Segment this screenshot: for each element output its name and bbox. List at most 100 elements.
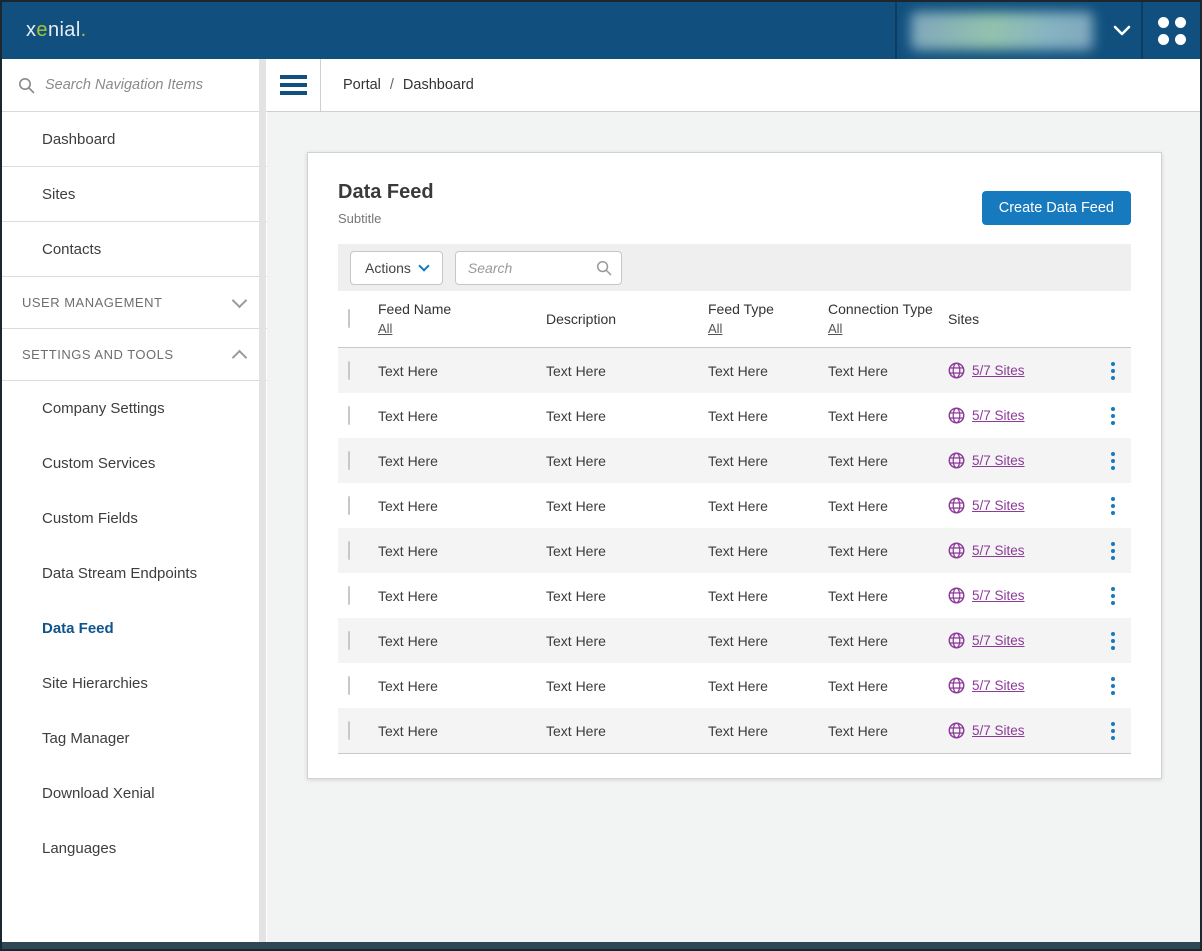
row-kebab-menu-button[interactable] (1095, 483, 1131, 528)
sites-link[interactable]: 5/7 Sites (972, 633, 1025, 648)
sites-link[interactable]: 5/7 Sites (972, 363, 1025, 378)
row-checkbox[interactable] (348, 676, 350, 695)
bottom-bar (2, 942, 1200, 949)
chevron-icon (234, 347, 245, 363)
sidebar-item-label: Company Settings (42, 400, 165, 417)
table-row: Text Here Text Here Text Here Text Here (338, 438, 1131, 483)
chevron-icon (234, 300, 245, 306)
sidebar-item-label: Data Feed (42, 620, 114, 637)
column-header-label: Connection Type (828, 301, 948, 317)
sidebar-item[interactable]: Data Feed (2, 601, 267, 656)
cell-feed-type: Text Here (708, 408, 828, 424)
cell-connection-type: Text Here (828, 633, 948, 649)
sites-link[interactable]: 5/7 Sites (972, 453, 1025, 468)
breadcrumb-portal[interactable]: Portal (343, 77, 381, 93)
sidebar-item[interactable]: SETTINGS AND TOOLS (2, 329, 267, 381)
column-header: Connection Type All (828, 301, 948, 338)
sites-link[interactable]: 5/7 Sites (972, 588, 1025, 603)
row-kebab-menu-button[interactable] (1095, 618, 1131, 663)
cell-feed-name: Text Here (378, 543, 546, 559)
column-filter-all-link[interactable]: All (828, 321, 842, 336)
table-row: Text Here Text Here Text Here Text Here (338, 348, 1131, 393)
sidebar-item[interactable]: USER MANAGEMENT (2, 277, 267, 329)
row-checkbox[interactable] (348, 631, 350, 650)
row-kebab-menu-button[interactable] (1095, 528, 1131, 573)
hamburger-icon (280, 75, 307, 95)
select-all-checkbox[interactable] (348, 309, 350, 328)
cell-description: Text Here (546, 498, 708, 514)
column-filter-all-link[interactable]: All (378, 321, 392, 336)
create-data-feed-button[interactable]: Create Data Feed (982, 191, 1131, 225)
table-toolbar: Actions (338, 244, 1131, 291)
cell-feed-name: Text Here (378, 408, 546, 424)
sidebar-item[interactable]: Site Hierarchies (2, 656, 267, 711)
row-kebab-menu-button[interactable] (1095, 663, 1131, 708)
cell-feed-type: Text Here (708, 453, 828, 469)
cell-connection-type: Text Here (828, 498, 948, 514)
actions-dropdown-button[interactable]: Actions (350, 251, 443, 285)
row-checkbox[interactable] (348, 586, 350, 605)
row-kebab-menu-button[interactable] (1095, 708, 1131, 753)
column-filter-all-link[interactable]: All (708, 321, 722, 336)
apps-grid-dot (1175, 17, 1186, 28)
cell-description: Text Here (546, 453, 708, 469)
sidebar-item[interactable]: Languages (2, 821, 267, 876)
row-kebab-menu-button[interactable] (1095, 438, 1131, 483)
sites-link[interactable]: 5/7 Sites (972, 543, 1025, 558)
sidebar-item[interactable]: Company Settings (2, 381, 267, 436)
sidebar-item[interactable]: Data Stream Endpoints (2, 546, 267, 601)
menu-toggle-button[interactable] (267, 59, 321, 111)
sidebar-nav: Dashboard Sites Contacts USER MA (2, 59, 267, 942)
row-checkbox[interactable] (348, 406, 350, 425)
logo-accent-letter: e (36, 19, 48, 41)
cell-sites: 5/7 Sites (948, 722, 1095, 739)
sidebar-item[interactable]: Custom Services (2, 436, 267, 491)
sidebar-item-label: SETTINGS AND TOOLS (22, 347, 174, 362)
sites-link[interactable]: 5/7 Sites (972, 723, 1025, 738)
row-kebab-menu-button[interactable] (1095, 393, 1131, 438)
sidebar-item[interactable]: Download Xenial (2, 766, 267, 821)
sidebar-item[interactable]: Sites (2, 167, 267, 222)
table-row: Text Here Text Here Text Here Text Here (338, 618, 1131, 663)
cell-feed-type: Text Here (708, 723, 828, 739)
sidebar-search-input[interactable] (45, 77, 245, 93)
sidebar-item-label: Contacts (42, 241, 101, 258)
sidebar-item[interactable]: Tag Manager (2, 711, 267, 766)
sites-link[interactable]: 5/7 Sites (972, 498, 1025, 513)
cell-sites: 5/7 Sites (948, 497, 1095, 514)
breadcrumb-current[interactable]: Dashboard (403, 77, 474, 93)
column-header-label: Sites (948, 311, 1095, 327)
search-icon (596, 260, 612, 276)
sidebar-item[interactable]: Dashboard (2, 112, 267, 167)
row-checkbox[interactable] (348, 451, 350, 470)
sidebar-item[interactable]: Contacts (2, 222, 267, 277)
table-row: Text Here Text Here Text Here Text Here (338, 483, 1131, 528)
cell-description: Text Here (546, 588, 708, 604)
row-checkbox[interactable] (348, 361, 350, 380)
content-area: Data Feed Subtitle Create Data Feed Acti… (267, 112, 1200, 942)
cell-connection-type: Text Here (828, 588, 948, 604)
cell-connection-type: Text Here (828, 363, 948, 379)
cell-feed-type: Text Here (708, 498, 828, 514)
sidebar-item-label: Custom Fields (42, 510, 138, 527)
row-checkbox[interactable] (348, 721, 350, 740)
row-kebab-menu-button[interactable] (1095, 348, 1131, 393)
chevron-down-icon (1113, 25, 1131, 36)
sidebar-item[interactable]: Custom Fields (2, 491, 267, 546)
row-kebab-menu-button[interactable] (1095, 573, 1131, 618)
cell-sites: 5/7 Sites (948, 407, 1095, 424)
sidebar-scrollbar[interactable] (259, 59, 266, 942)
user-menu-button[interactable] (1103, 2, 1141, 59)
user-name-redacted[interactable] (911, 12, 1093, 50)
cell-description: Text Here (546, 363, 708, 379)
row-checkbox[interactable] (348, 496, 350, 515)
row-checkbox[interactable] (348, 541, 350, 560)
cell-feed-type: Text Here (708, 543, 828, 559)
sites-link[interactable]: 5/7 Sites (972, 408, 1025, 423)
sites-link[interactable]: 5/7 Sites (972, 678, 1025, 693)
column-header: Feed Type All (708, 301, 828, 338)
apps-grid-button[interactable] (1143, 2, 1200, 59)
breadcrumb-bar: Portal / Dashboard (267, 59, 1200, 112)
cell-connection-type: Text Here (828, 453, 948, 469)
cell-sites: 5/7 Sites (948, 362, 1095, 379)
